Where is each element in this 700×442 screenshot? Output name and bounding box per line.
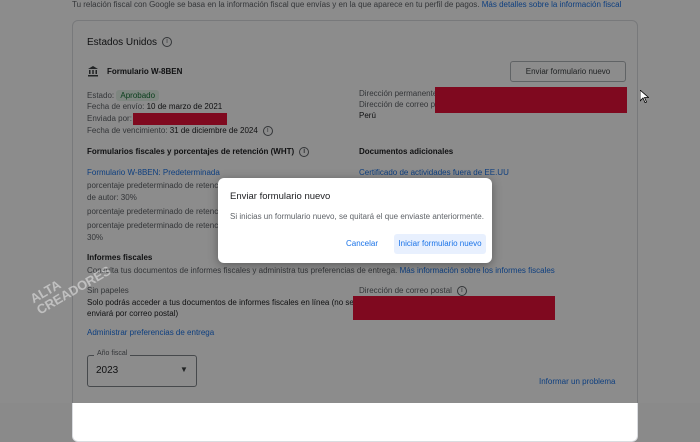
cancel-button[interactable]: Cancelar [346, 239, 378, 248]
start-new-form-button[interactable]: Iniciar formulario nuevo [394, 234, 486, 254]
dialog-body: Si inicias un formulario nuevo, se quita… [230, 212, 484, 221]
mouse-cursor-icon [640, 90, 649, 103]
new-form-dialog: Enviar formulario nuevo Si inicias un fo… [218, 178, 492, 263]
dialog-title: Enviar formulario nuevo [230, 191, 331, 202]
